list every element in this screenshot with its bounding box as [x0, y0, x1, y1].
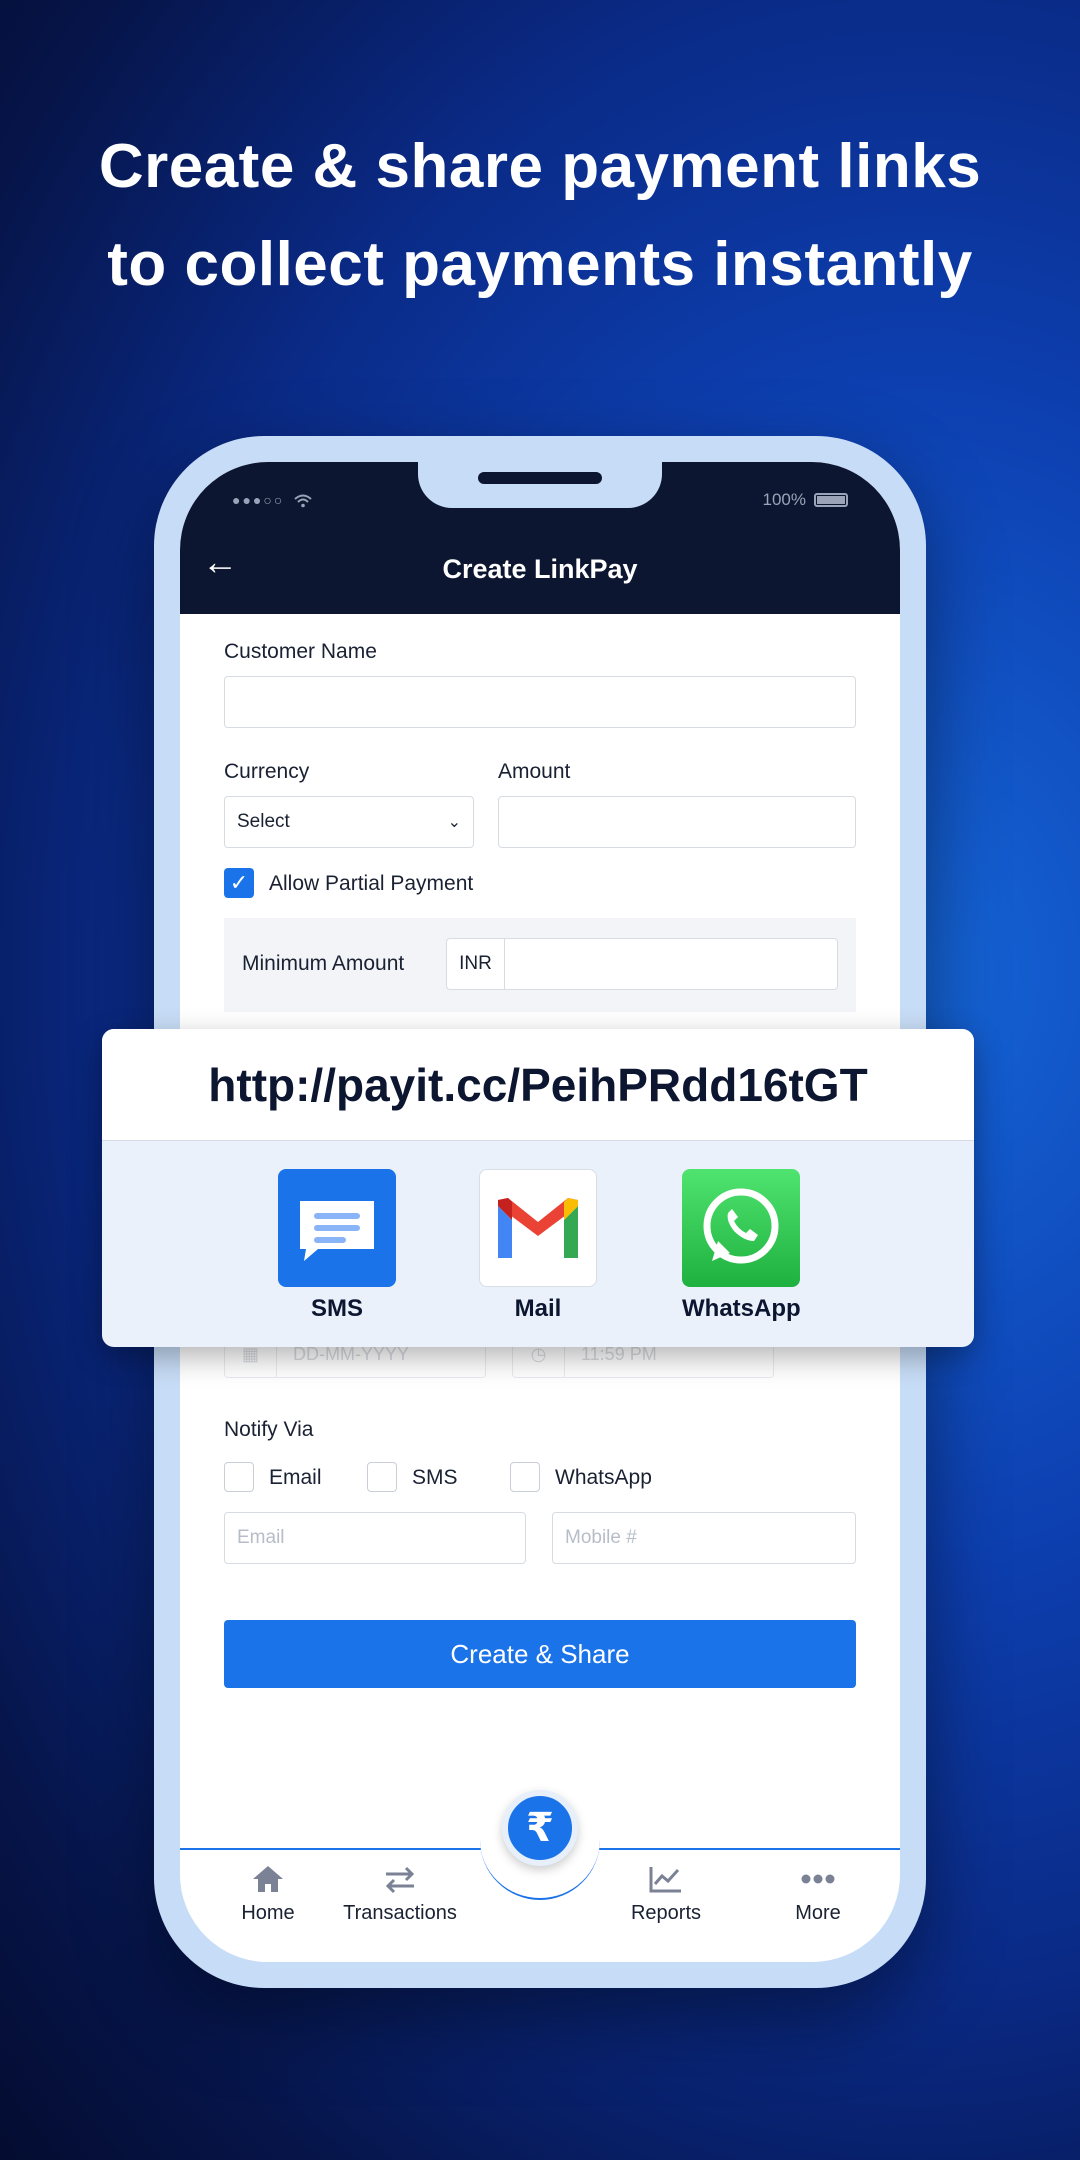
nav-more[interactable]: More [758, 1864, 878, 1925]
battery-percent: 100% [762, 490, 806, 509]
share-mail-label: Mail [514, 1295, 562, 1322]
nav-transactions[interactable]: Transactions [320, 1864, 480, 1925]
nav-reports-label: Reports [630, 1902, 702, 1924]
allow-partial-label: Allow Partial Payment [269, 872, 474, 895]
email-input[interactable] [224, 1512, 526, 1564]
minimum-amount-panel: Minimum Amount INR [224, 918, 856, 1012]
minimum-amount-label: Minimum Amount [242, 952, 405, 975]
notify-sms-checkbox[interactable] [367, 1462, 397, 1492]
transfer-icon [320, 1864, 480, 1896]
currency-select[interactable]: Select ⌄ [224, 796, 474, 848]
phone-notch [418, 462, 662, 508]
share-sms-button[interactable]: SMS [278, 1169, 396, 1323]
headline-line-1: Create & share payment links [98, 132, 982, 201]
customer-name-label: Customer Name [224, 640, 377, 663]
rupee-fab-button[interactable]: ₹ [502, 1790, 578, 1866]
notify-email-label: Email [269, 1466, 322, 1489]
mobile-input[interactable] [552, 1512, 856, 1564]
notify-sms-label: SMS [412, 1466, 458, 1489]
battery-icon [814, 493, 848, 507]
whatsapp-icon [682, 1169, 800, 1287]
gmail-icon [479, 1169, 597, 1287]
notify-email-checkbox[interactable] [224, 1462, 254, 1492]
amount-input[interactable] [498, 796, 856, 848]
share-whatsapp-label: WhatsApp [682, 1295, 801, 1322]
notify-whatsapp-label: WhatsApp [555, 1466, 652, 1489]
notify-via-label: Notify Via [224, 1418, 314, 1441]
signal-icon: ●●●○○ [232, 492, 312, 508]
share-mail-button[interactable]: Mail [479, 1169, 597, 1323]
home-icon [208, 1864, 328, 1896]
page-title: Create LinkPay [442, 554, 638, 584]
customer-name-input[interactable] [224, 676, 856, 728]
minimum-currency: INR [446, 938, 504, 990]
share-link-card: http://payit.cc/PeihPRdd16tGT SMS Mail W… [102, 1029, 974, 1347]
allow-partial-checkbox[interactable]: ✓ [224, 868, 254, 898]
nav-reports[interactable]: Reports [606, 1864, 726, 1925]
headline: Create & share payment links to collect … [0, 118, 1080, 314]
headline-line-2: to collect payments instantly [107, 230, 973, 299]
nav-transactions-label: Transactions [343, 1902, 457, 1924]
sms-icon [278, 1169, 396, 1287]
wifi-icon [294, 494, 312, 508]
amount-label: Amount [498, 760, 571, 783]
app-bar: ●●●○○ 100% ← Create LinkPay [180, 462, 900, 614]
nav-more-label: More [795, 1902, 841, 1924]
share-whatsapp-button[interactable]: WhatsApp [682, 1169, 801, 1323]
more-icon [758, 1864, 878, 1896]
chart-icon [606, 1864, 726, 1896]
chevron-down-icon: ⌄ [447, 814, 461, 831]
minimum-amount-input[interactable] [504, 938, 838, 990]
bottom-nav: ₹ Home Transactions Reports More [180, 1790, 900, 1962]
payment-link-text[interactable]: http://payit.cc/PeihPRdd16tGT [102, 1029, 974, 1141]
share-sms-label: SMS [310, 1295, 363, 1322]
currency-label: Currency [224, 760, 310, 783]
currency-value: Select [237, 811, 290, 832]
create-share-button[interactable]: Create & Share [224, 1620, 856, 1688]
notify-whatsapp-checkbox[interactable] [510, 1462, 540, 1492]
speaker-grille [478, 472, 602, 484]
nav-home-label: Home [241, 1902, 295, 1924]
nav-home[interactable]: Home [208, 1864, 328, 1925]
status-right: 100% [763, 490, 848, 510]
